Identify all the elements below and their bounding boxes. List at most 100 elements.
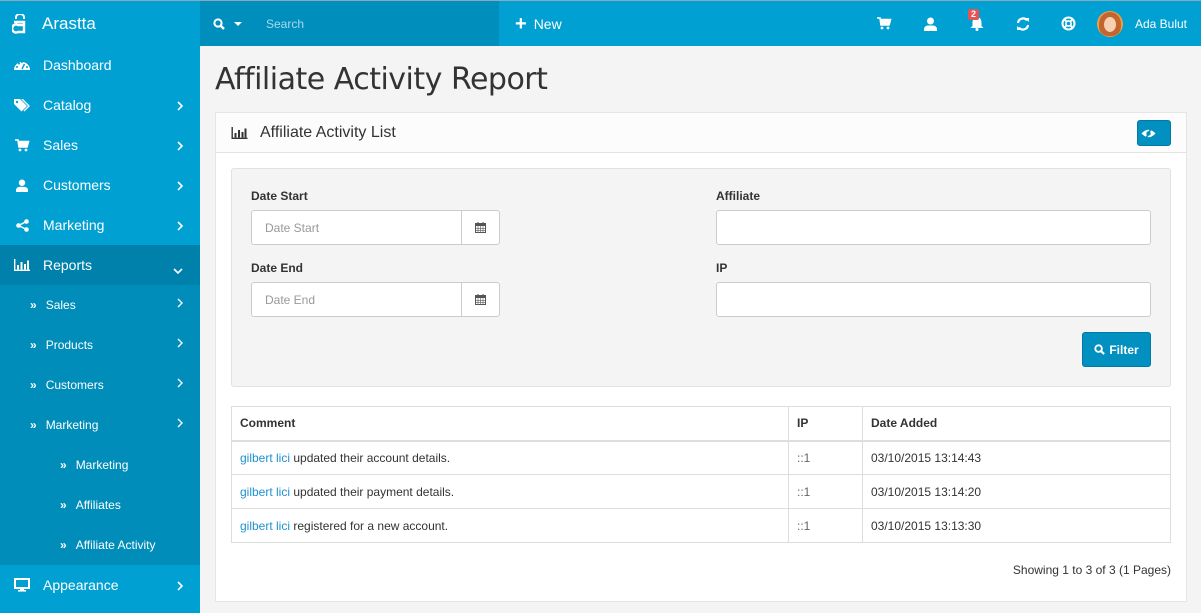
chevron-right-icon xyxy=(177,218,184,234)
reports-submenu: » Sales » Products » Customers » Marketi… xyxy=(0,285,200,565)
desktop-icon xyxy=(14,578,30,592)
date-end-calendar-button[interactable] xyxy=(461,282,500,317)
comment-cell: gilbert lici updated their account detai… xyxy=(231,440,789,475)
ip-input[interactable] xyxy=(716,282,1151,317)
sidebar-item-label: Marketing xyxy=(43,217,105,233)
user-icon xyxy=(924,17,938,31)
date-start-label: Date Start xyxy=(251,189,308,203)
submenu-item-affiliates[interactable]: » Affiliates xyxy=(0,485,200,525)
search-dropdown-caret-icon[interactable] xyxy=(234,21,242,26)
date-end-label: Date End xyxy=(251,261,304,275)
sidebar-item-dashboard[interactable]: Dashboard xyxy=(0,45,200,85)
comment-cell: gilbert lici registered for a new accoun… xyxy=(231,508,789,543)
affiliate-link[interactable]: gilbert lici xyxy=(240,485,290,499)
refresh-button[interactable] xyxy=(1000,1,1046,46)
date-cell: 03/10/2015 13:14:20 xyxy=(862,474,1171,509)
panel-heading: Affiliate Activity List xyxy=(216,113,1186,153)
sidebar-item-label: Reports xyxy=(43,257,93,273)
tags-icon xyxy=(14,98,30,112)
search-icon[interactable] xyxy=(213,17,225,30)
search-icon xyxy=(1094,344,1106,355)
column-header-date-added[interactable]: Date Added xyxy=(862,406,1171,442)
plus-icon: + xyxy=(515,12,527,35)
submenu-item-label: Products xyxy=(45,338,94,352)
double-chevron-icon: » xyxy=(30,378,37,392)
sidebar-item-customers[interactable]: Customers xyxy=(0,165,200,205)
sidebar-item-catalog[interactable]: Catalog xyxy=(0,85,200,125)
ip-label: IP xyxy=(716,261,728,275)
page-title: Affiliate Activity Report xyxy=(215,62,548,97)
calendar-icon xyxy=(475,222,486,233)
affiliate-input[interactable] xyxy=(716,210,1151,245)
date-end-group xyxy=(251,282,500,317)
submenu-item-products[interactable]: » Products xyxy=(0,325,200,365)
filter-form: Date Start Date End Affiliate IP Filter xyxy=(231,168,1171,387)
affiliate-activity-panel: Affiliate Activity List Date Start Date … xyxy=(215,112,1187,602)
search-input[interactable] xyxy=(266,16,466,31)
user-menu[interactable]: Ada Bulut xyxy=(1092,1,1201,46)
cart-button[interactable] xyxy=(862,1,908,46)
table-row: gilbert lici updated their payment detai… xyxy=(231,474,1171,509)
column-header-comment[interactable]: Comment xyxy=(231,406,789,442)
dashboard-icon xyxy=(14,59,30,71)
activity-table: Comment IP Date Added gilbert lici updat… xyxy=(231,406,1171,543)
top-icons: 2 Ada Bulut xyxy=(862,1,1201,46)
support-icon xyxy=(1061,16,1076,31)
date-end-input[interactable] xyxy=(251,282,461,317)
sidebar-item-label: Customers xyxy=(43,177,111,193)
ip-cell: ::1 xyxy=(788,474,863,509)
sidebar-item-marketing[interactable]: Marketing xyxy=(0,205,200,245)
notification-badge: 2 xyxy=(967,9,979,20)
notifications-button[interactable]: 2 xyxy=(954,1,1000,46)
user-icon xyxy=(14,179,30,192)
submenu-item-marketing-report[interactable]: » Marketing xyxy=(0,445,200,485)
chevron-right-icon xyxy=(177,337,183,351)
sidebar-item-sales[interactable]: Sales xyxy=(0,125,200,165)
toggle-filter-button[interactable] xyxy=(1137,120,1171,146)
comment-text: registered for a new account. xyxy=(290,518,449,533)
date-cell: 03/10/2015 13:14:43 xyxy=(862,440,1171,475)
ip-cell: ::1 xyxy=(788,440,863,475)
double-chevron-icon: » xyxy=(30,418,37,432)
eye-slash-icon xyxy=(1141,127,1155,139)
filter-button[interactable]: Filter xyxy=(1082,332,1151,367)
avatar xyxy=(1096,10,1123,37)
double-chevron-icon: » xyxy=(60,498,67,512)
bar-chart-icon xyxy=(231,126,248,139)
cart-icon xyxy=(877,17,893,30)
submenu-item-customers[interactable]: » Customers xyxy=(0,365,200,405)
double-chevron-icon: » xyxy=(60,538,67,552)
submenu-item-affiliate-activity[interactable]: » Affiliate Activity xyxy=(0,525,200,565)
ip-cell: ::1 xyxy=(788,508,863,543)
date-start-group xyxy=(251,210,500,245)
share-icon xyxy=(14,218,30,232)
submenu-item-label: Affiliates xyxy=(75,498,121,512)
brand-name: Arastta xyxy=(42,13,96,33)
submenu-item-sales[interactable]: » Sales xyxy=(0,285,200,325)
affiliate-link[interactable]: gilbert lici xyxy=(240,451,290,465)
sidebar-item-reports[interactable]: Reports xyxy=(0,245,200,285)
date-cell: 03/10/2015 13:13:30 xyxy=(862,508,1171,543)
profile-button[interactable] xyxy=(908,1,954,46)
filter-button-label: Filter xyxy=(1109,342,1139,357)
comment-cell: gilbert lici updated their payment detai… xyxy=(231,474,789,509)
submenu-item-label: Sales xyxy=(45,298,76,312)
search-bar xyxy=(200,1,499,46)
column-header-ip[interactable]: IP xyxy=(788,406,863,442)
submenu-item-label: Affiliate Activity xyxy=(75,538,156,552)
refresh-icon xyxy=(1016,16,1030,31)
chevron-right-icon xyxy=(177,297,183,311)
submenu-item-label: Customers xyxy=(45,378,104,392)
new-button[interactable]: + New xyxy=(515,1,562,46)
submenu-item-marketing[interactable]: » Marketing xyxy=(0,405,200,445)
affiliate-link[interactable]: gilbert lici xyxy=(240,519,290,533)
date-start-calendar-button[interactable] xyxy=(461,210,500,245)
date-start-input[interactable] xyxy=(251,210,461,245)
sidebar-item-appearance[interactable]: Appearance xyxy=(0,565,200,605)
chevron-right-icon xyxy=(177,138,184,154)
arastta-logo-icon xyxy=(12,13,26,34)
top-bar: Arastta + New 2 Ada Bulut xyxy=(0,0,1201,46)
submenu-item-label: Marketing xyxy=(45,418,99,432)
brand[interactable]: Arastta xyxy=(0,1,200,46)
support-button[interactable] xyxy=(1046,1,1092,46)
